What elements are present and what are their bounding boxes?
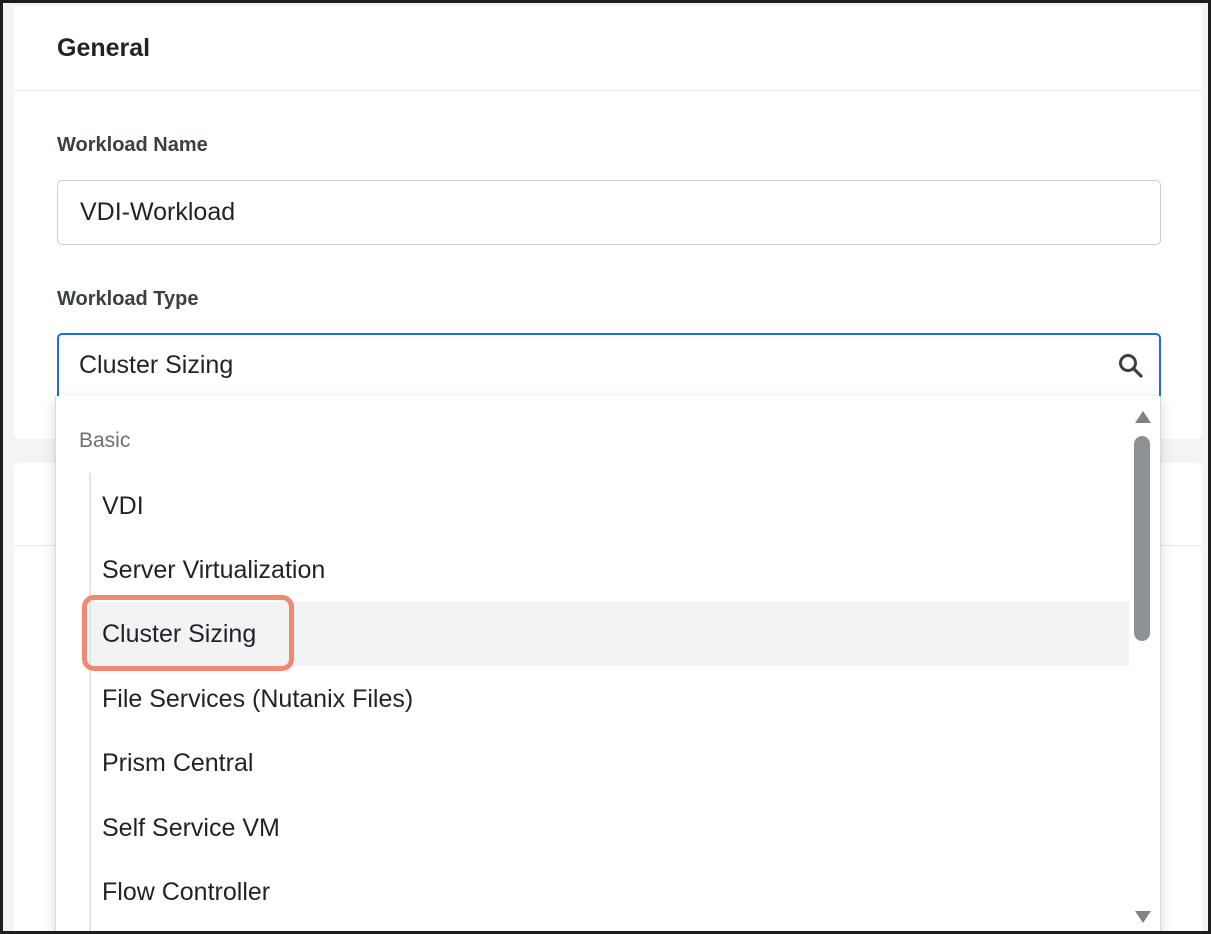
search-icon[interactable] [1117, 352, 1145, 380]
option-self-service-vm[interactable]: Self Service VM [91, 796, 1129, 860]
section-title: General [57, 34, 151, 62]
dropdown-scrollbar[interactable] [1129, 398, 1159, 928]
option-cluster-sizing[interactable]: Cluster Sizing [91, 602, 1129, 666]
scroll-down-arrow-icon[interactable] [1134, 910, 1152, 924]
general-card-header: General [14, 6, 1202, 91]
option-server-virtualization[interactable]: Server Virtualization [91, 538, 1129, 602]
general-card: General Workload Name VDI-Workload Workl… [14, 6, 1202, 439]
scroll-up-arrow-icon[interactable] [1134, 410, 1152, 424]
option-vdi[interactable]: VDI [91, 474, 1129, 538]
scroll-thumb[interactable] [1134, 436, 1150, 641]
workload-type-value: Cluster Sizing [79, 351, 234, 379]
workload-name-input[interactable]: VDI-Workload [57, 180, 1161, 245]
workload-type-label: Workload Type [57, 288, 199, 310]
workload-name-label: Workload Name [57, 134, 208, 156]
option-file-services[interactable]: File Services (Nutanix Files) [91, 667, 1129, 731]
screenshot-frame: General Workload Name VDI-Workload Workl… [0, 0, 1211, 934]
workload-type-dropdown: Basic VDI Server Virtualization Cluster … [55, 396, 1161, 931]
option-flow-controller[interactable]: Flow Controller [91, 860, 1129, 924]
workload-type-select[interactable]: Cluster Sizing [57, 333, 1161, 399]
option-prism-central[interactable]: Prism Central [91, 731, 1129, 795]
option-group-label: Basic [79, 429, 131, 452]
